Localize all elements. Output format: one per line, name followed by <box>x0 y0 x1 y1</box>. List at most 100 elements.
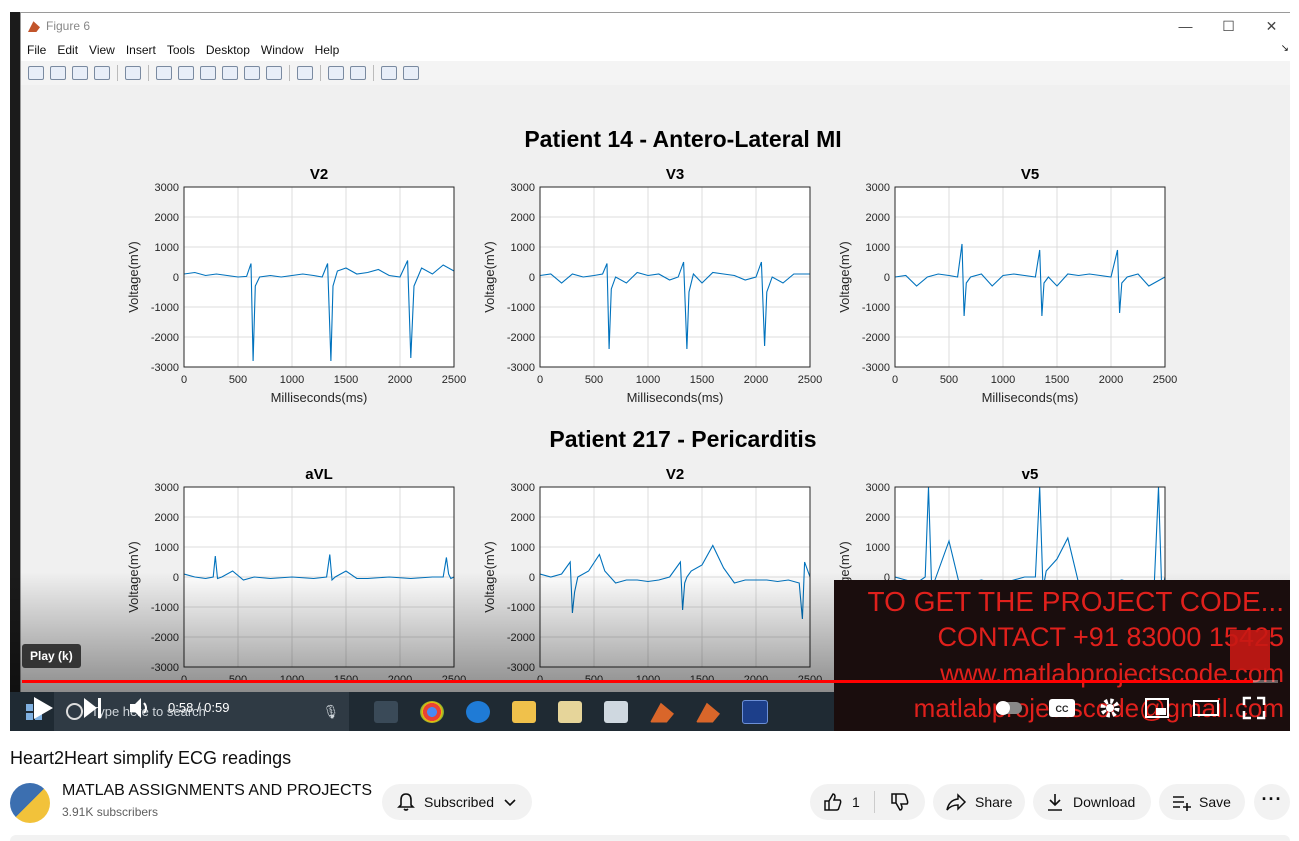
pointer-icon[interactable] <box>125 66 141 80</box>
edge-icon[interactable] <box>466 700 490 723</box>
figure-app-icon[interactable] <box>742 699 768 724</box>
new-figure-icon[interactable] <box>28 66 44 80</box>
store-icon[interactable] <box>558 700 582 723</box>
download-button[interactable]: Download <box>1033 784 1151 820</box>
svg-text:CC: CC <box>1056 704 1069 714</box>
brush-icon[interactable] <box>266 66 282 80</box>
file-explorer-icon[interactable] <box>512 700 536 723</box>
y-tick-label: 1000 <box>866 242 890 254</box>
hide-plot-tools-icon[interactable] <box>381 66 397 80</box>
menu-view[interactable]: View <box>89 43 115 57</box>
subplot-title: V2 <box>666 466 684 483</box>
next-icon[interactable] <box>82 696 104 720</box>
progress-fill <box>22 680 1253 683</box>
menu-edit[interactable]: Edit <box>57 43 78 57</box>
y-axis-label: Voltage(mV) <box>126 241 141 313</box>
chrome-icon[interactable] <box>420 700 444 723</box>
play-icon[interactable] <box>32 696 54 720</box>
subplot-title: v5 <box>1022 466 1039 483</box>
subplot-title: V2 <box>310 166 328 183</box>
zoom-out-icon[interactable] <box>178 66 194 80</box>
menu-window[interactable]: Window <box>261 43 304 57</box>
matlab-app-icon-2[interactable] <box>696 702 720 723</box>
miniplayer-icon[interactable] <box>1144 696 1170 720</box>
subplot-1: 0 500 1000 1500 2000 2500 -3000 -2000 -1000 0 1000… <box>482 166 822 405</box>
window-title: Figure 6 <box>46 19 91 33</box>
y-tick-label: 0 <box>529 272 535 284</box>
progress-bar[interactable] <box>22 680 1278 683</box>
taskbar-apps <box>363 699 779 724</box>
x-tick-label: 500 <box>585 374 603 386</box>
y-tick-label: 3000 <box>155 482 179 494</box>
open-file-icon[interactable] <box>50 66 66 80</box>
autoplay-toggle-icon[interactable] <box>995 696 1023 720</box>
microphone-icon[interactable]: 🎙 <box>322 704 339 720</box>
share-button[interactable]: Share <box>933 784 1025 820</box>
zoom-in-icon[interactable] <box>156 66 172 80</box>
bell-icon <box>397 793 415 811</box>
mail-icon[interactable] <box>604 700 628 723</box>
thumbs-up-icon[interactable] <box>822 791 844 813</box>
settings-gear-icon[interactable] <box>1098 696 1122 720</box>
more-actions-button[interactable]: ··· <box>1254 784 1290 820</box>
video-details: Heart2Heart simplify ECG readings MATLAB… <box>0 731 1299 841</box>
channel-name[interactable]: MATLAB ASSIGNMENTS AND PROJECTS <box>62 782 372 800</box>
subplot-title: V3 <box>666 166 684 183</box>
matlab-logo-icon <box>28 21 40 32</box>
subscribed-label: Subscribed <box>424 794 495 810</box>
menu-desktop[interactable]: Desktop <box>206 43 250 57</box>
minimize-button[interactable]: — <box>1164 18 1207 34</box>
toolbar-divider <box>289 65 290 81</box>
colorbar-icon[interactable] <box>328 66 344 80</box>
matlab-app-icon[interactable] <box>650 702 674 723</box>
task-view-icon[interactable] <box>374 700 398 723</box>
fullscreen-icon[interactable] <box>1242 696 1266 720</box>
x-tick-label: 2500 <box>798 374 822 386</box>
link-plot-icon[interactable] <box>297 66 313 80</box>
save-button[interactable]: Save <box>1159 784 1245 820</box>
menu-insert[interactable]: Insert <box>126 43 156 57</box>
x-tick-label: 2000 <box>388 374 412 386</box>
x-tick-label: 1000 <box>636 374 660 386</box>
qr-badge-icon <box>1230 630 1270 670</box>
theater-mode-icon[interactable] <box>1192 696 1220 720</box>
toolbar-divider <box>320 65 321 81</box>
print-icon[interactable] <box>94 66 110 80</box>
data-cursor-icon[interactable] <box>244 66 260 80</box>
download-label: Download <box>1073 794 1136 810</box>
y-tick-label: -2000 <box>151 332 179 344</box>
like-count: 1 <box>852 794 860 810</box>
legend-icon[interactable] <box>350 66 366 80</box>
volume-icon[interactable] <box>128 696 152 720</box>
y-tick-label: 3000 <box>511 182 535 194</box>
y-tick-label: 2000 <box>866 212 890 224</box>
menu-file[interactable]: File <box>27 43 46 57</box>
save-label: Save <box>1199 794 1231 810</box>
dock-arrow-icon[interactable]: ↘ <box>1281 43 1289 54</box>
video-player[interactable]: Figure 6 — ☐ ✕ File Edit View Insert Too… <box>10 12 1290 731</box>
y-tick-label: 1000 <box>511 542 535 554</box>
save-icon[interactable] <box>72 66 88 80</box>
x-tick-label: 1000 <box>991 374 1015 386</box>
y-tick-label: -1000 <box>507 302 535 314</box>
channel-avatar[interactable] <box>10 783 50 823</box>
figure-toolbar <box>21 61 1290 86</box>
thumbs-down-icon[interactable] <box>889 791 911 813</box>
y-tick-label: 3000 <box>155 182 179 194</box>
show-plot-tools-icon[interactable] <box>403 66 419 80</box>
x-axis-label: Milliseconds(ms) <box>982 390 1079 405</box>
close-button[interactable]: ✕ <box>1250 18 1290 35</box>
window-titlebar: Figure 6 — ☐ ✕ <box>21 13 1290 39</box>
maximize-button[interactable]: ☐ <box>1207 18 1250 35</box>
y-tick-label: 0 <box>173 272 179 284</box>
menu-tools[interactable]: Tools <box>167 43 195 57</box>
subscribed-button[interactable]: Subscribed <box>382 784 532 820</box>
x-axis-label: Milliseconds(ms) <box>271 390 368 405</box>
captions-icon[interactable]: CC <box>1048 696 1076 720</box>
rotate-icon[interactable] <box>222 66 238 80</box>
search-ring-icon <box>66 703 83 720</box>
more-icon: ··· <box>1261 788 1283 809</box>
menu-help[interactable]: Help <box>315 43 340 57</box>
pan-icon[interactable] <box>200 66 216 80</box>
x-tick-label: 1500 <box>1045 374 1069 386</box>
